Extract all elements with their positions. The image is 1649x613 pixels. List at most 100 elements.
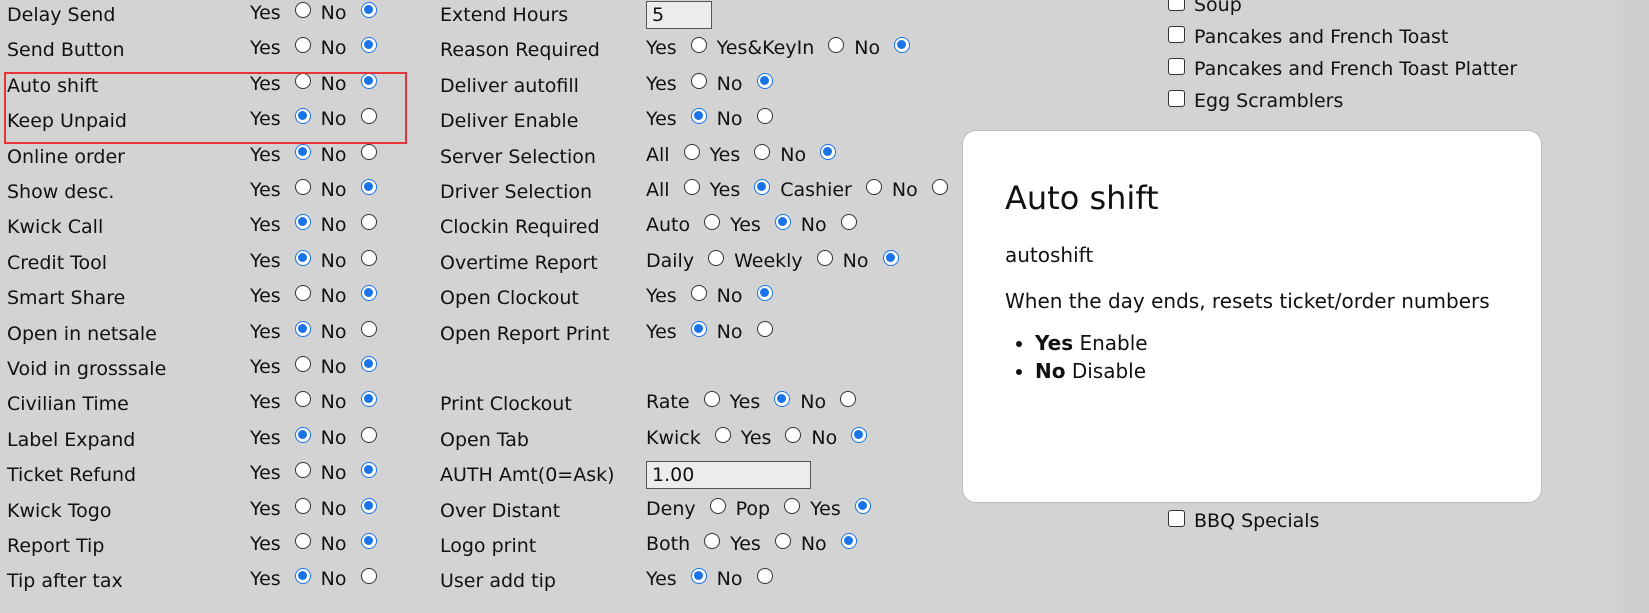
yes-radio[interactable] bbox=[294, 391, 311, 408]
option-radio[interactable] bbox=[828, 37, 845, 54]
yes-radio[interactable] bbox=[294, 72, 311, 89]
option-radio[interactable] bbox=[865, 179, 882, 195]
no-radio[interactable] bbox=[360, 426, 377, 443]
no-radio[interactable] bbox=[360, 2, 377, 18]
yes-radio[interactable] bbox=[294, 108, 311, 125]
option-radio[interactable] bbox=[820, 143, 837, 160]
option-radio[interactable] bbox=[690, 568, 707, 585]
no-radio[interactable] bbox=[360, 179, 377, 195]
option-radio[interactable] bbox=[690, 72, 707, 89]
settings-row: Report Tip Yes No Logo print Both Yes No bbox=[0, 531, 1160, 565]
menu-item-checkbox[interactable] bbox=[1168, 89, 1185, 107]
yes-radio[interactable] bbox=[294, 179, 311, 195]
option-no: No bbox=[321, 533, 377, 555]
option-radio[interactable] bbox=[785, 426, 802, 443]
option-radio[interactable] bbox=[754, 143, 771, 160]
menu-item-checkbox[interactable] bbox=[1168, 57, 1185, 75]
setting-label: Send Button bbox=[7, 39, 125, 62]
option-label: No bbox=[320, 533, 347, 555]
option-radio[interactable] bbox=[816, 249, 833, 266]
option-radio[interactable] bbox=[704, 533, 721, 549]
setting-label: Online order bbox=[7, 145, 125, 168]
option-radio[interactable] bbox=[882, 249, 899, 266]
no-radio[interactable] bbox=[360, 285, 377, 302]
option-label: No bbox=[891, 179, 918, 201]
option: Yes bbox=[710, 143, 771, 166]
yes-radio[interactable] bbox=[294, 37, 311, 54]
no-radio[interactable] bbox=[360, 533, 377, 549]
no-radio[interactable] bbox=[360, 568, 377, 585]
option-radio[interactable] bbox=[931, 179, 948, 195]
option-label: No bbox=[811, 426, 838, 449]
settings-page: Delay Send Yes No Extend Hours Send Button Ye… bbox=[0, 0, 1649, 613]
yes-no-group: Yes No bbox=[250, 356, 377, 378]
menu-item-label: Pancakes and French Toast Platter bbox=[1194, 58, 1518, 80]
option-radio[interactable] bbox=[894, 37, 911, 54]
option-radio[interactable] bbox=[714, 426, 731, 443]
option-radio[interactable] bbox=[683, 143, 700, 160]
yes-radio[interactable] bbox=[294, 356, 311, 372]
setting-input[interactable] bbox=[646, 461, 811, 490]
menu-item-checkbox[interactable] bbox=[1168, 25, 1185, 43]
option-radio[interactable] bbox=[854, 497, 871, 514]
menu-item-checkbox[interactable] bbox=[1168, 509, 1185, 527]
yes-radio[interactable] bbox=[294, 2, 311, 18]
no-radio[interactable] bbox=[360, 356, 377, 372]
option-radio[interactable] bbox=[756, 108, 773, 125]
yes-radio[interactable] bbox=[294, 249, 311, 266]
option-label: Yes bbox=[646, 37, 677, 60]
yes-radio[interactable] bbox=[294, 497, 311, 514]
option-radio[interactable] bbox=[784, 497, 801, 514]
option-no: No bbox=[321, 108, 377, 130]
no-radio[interactable] bbox=[360, 462, 377, 479]
option-radio[interactable] bbox=[756, 320, 773, 337]
option-radio[interactable] bbox=[756, 568, 773, 585]
scrollbar-track[interactable] bbox=[1617, 0, 1649, 613]
option-label: No bbox=[320, 285, 347, 308]
yes-radio[interactable] bbox=[294, 533, 311, 549]
option-radio[interactable] bbox=[840, 533, 857, 549]
menu-item-checkbox[interactable] bbox=[1168, 0, 1185, 11]
settings-row: Delay Send Yes No Extend Hours bbox=[0, 0, 1160, 34]
option-radio[interactable] bbox=[708, 249, 725, 266]
yes-radio[interactable] bbox=[294, 426, 311, 443]
option-radio[interactable] bbox=[683, 179, 700, 195]
no-radio[interactable] bbox=[360, 497, 377, 514]
option-radio[interactable] bbox=[690, 320, 707, 337]
option-radio[interactable] bbox=[774, 391, 791, 408]
option-radio[interactable] bbox=[840, 391, 857, 408]
option-label: Yes bbox=[709, 179, 741, 201]
option-label: No bbox=[320, 37, 347, 60]
option-radio[interactable] bbox=[851, 426, 868, 443]
option: No bbox=[854, 37, 911, 59]
no-radio[interactable] bbox=[360, 37, 377, 54]
no-radio[interactable] bbox=[360, 214, 377, 231]
yes-radio[interactable] bbox=[294, 568, 311, 585]
option-radio[interactable] bbox=[704, 214, 721, 231]
no-radio[interactable] bbox=[360, 320, 377, 337]
option: All bbox=[646, 143, 700, 166]
yes-radio[interactable] bbox=[294, 285, 311, 302]
no-radio[interactable] bbox=[360, 108, 377, 125]
option-radio[interactable] bbox=[690, 285, 707, 302]
no-radio[interactable] bbox=[360, 391, 377, 408]
no-radio[interactable] bbox=[360, 249, 377, 266]
option-radio[interactable] bbox=[756, 72, 773, 89]
yes-radio[interactable] bbox=[294, 462, 311, 479]
option-radio[interactable] bbox=[774, 214, 791, 231]
no-radio[interactable] bbox=[360, 72, 377, 89]
no-radio[interactable] bbox=[360, 143, 377, 160]
option-radio[interactable] bbox=[840, 214, 857, 231]
option-radio[interactable] bbox=[754, 179, 771, 195]
option-radio[interactable] bbox=[709, 497, 726, 514]
yes-radio[interactable] bbox=[294, 143, 311, 160]
setting-input[interactable] bbox=[646, 1, 712, 29]
option-radio[interactable] bbox=[774, 533, 791, 549]
option-radio[interactable] bbox=[690, 108, 707, 125]
yes-radio[interactable] bbox=[294, 320, 311, 337]
yes-radio[interactable] bbox=[294, 214, 311, 231]
option-label: Auto bbox=[646, 214, 691, 237]
option-radio[interactable] bbox=[756, 285, 773, 302]
option-radio[interactable] bbox=[690, 37, 707, 54]
option-radio[interactable] bbox=[703, 391, 720, 408]
